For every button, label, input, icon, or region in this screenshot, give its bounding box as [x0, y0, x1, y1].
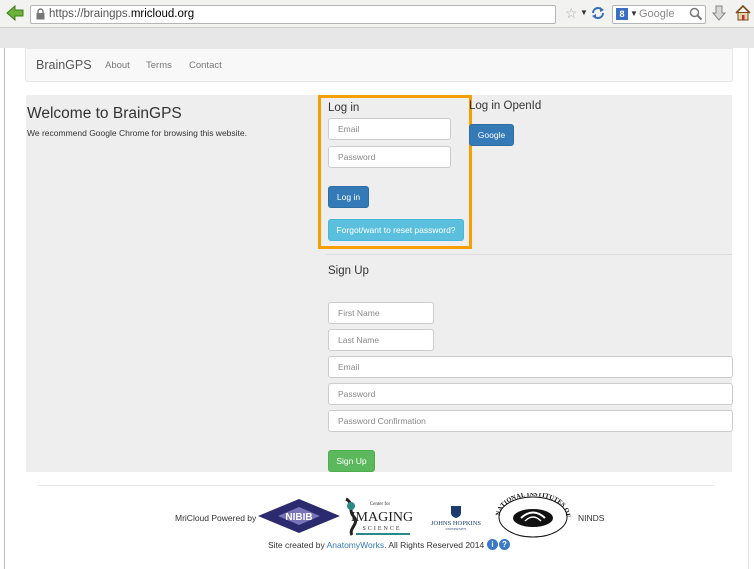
home-icon[interactable]	[734, 4, 752, 22]
address-bar[interactable]: https://braingps.mricloud.org	[30, 5, 556, 24]
last-name-input[interactable]: Last Name	[328, 329, 434, 351]
first-name-placeholder: First Name	[338, 308, 380, 318]
login-email-placeholder: Email	[338, 124, 360, 134]
imaging-logo-top: Center for	[370, 502, 391, 507]
first-name-input[interactable]: First Name	[328, 302, 434, 324]
ninds-text: NINDS	[578, 513, 605, 523]
forgot-password-button[interactable]: Forgot/want to reset password?	[328, 219, 464, 241]
login-button[interactable]: Log in	[328, 186, 369, 208]
signup-password-input[interactable]: Password	[328, 383, 733, 405]
page-top-band	[0, 28, 754, 48]
login-password-input[interactable]: Password	[328, 146, 451, 168]
navbar: BrainGPS About Terms Contact	[25, 48, 733, 82]
url-text: https://braingps.mricloud.org	[49, 8, 195, 20]
password-confirmation-placeholder: Password Confirmation	[338, 416, 426, 426]
download-icon[interactable]	[711, 4, 727, 22]
search-engine-icon[interactable]: 8	[616, 8, 628, 20]
back-arrow-icon[interactable]	[5, 3, 25, 23]
nav-link-contact[interactable]: Contact	[189, 60, 222, 72]
page-border	[748, 48, 749, 569]
google-login-button[interactable]: Google	[469, 124, 514, 146]
section-divider	[326, 254, 732, 255]
search-placeholder: Google	[639, 8, 675, 20]
help-icon[interactable]: ?	[499, 539, 510, 550]
login-form-highlight: Log in Email Password Log in Forgot/want…	[318, 95, 472, 249]
password-confirmation-input[interactable]: Password Confirmation	[328, 410, 733, 432]
signup-button[interactable]: Sign Up	[328, 450, 375, 472]
search-engine-dropdown-icon[interactable]: ▼	[630, 8, 638, 20]
browser-toolbar: https://braingps.mricloud.org ☆ ▼ 8 ▼ Go…	[0, 0, 754, 28]
anatomyworks-link[interactable]: AnatomyWorks	[327, 540, 384, 550]
openid-title: Log in OpenId	[469, 100, 542, 112]
footer-divider	[38, 485, 714, 486]
powered-by-text: MriCloud Powered by	[175, 513, 257, 523]
last-name-placeholder: Last Name	[338, 335, 380, 345]
history-dropdown-icon[interactable]: ▼	[580, 6, 588, 20]
reload-icon[interactable]	[590, 4, 606, 22]
lock-icon	[36, 8, 45, 20]
signup-title: Sign Up	[328, 265, 369, 277]
page-title: Welcome to BrainGPS	[27, 105, 182, 122]
login-password-placeholder: Password	[338, 152, 376, 162]
login-email-input[interactable]: Email	[328, 118, 451, 140]
nih-logo: NATIONAL INSTITUTES OF HEALTH	[490, 493, 571, 538]
search-box[interactable]: 8 ▼ Google	[612, 5, 706, 24]
nibib-logo-text: NIBIB	[285, 512, 312, 523]
login-title: Log in	[328, 102, 360, 114]
imaging-logo-title: IMAGING	[351, 510, 412, 525]
bookmark-star-icon[interactable]: ☆	[565, 4, 578, 22]
nav-link-about[interactable]: About	[105, 60, 130, 72]
jhu-logo-subtext: UNIVERSITY	[446, 527, 467, 531]
signup-email-input[interactable]: Email	[328, 356, 733, 378]
navbar-brand[interactable]: BrainGPS	[36, 58, 92, 73]
main-panel: Welcome to BrainGPS We recommend Google …	[26, 95, 733, 472]
browser-recommendation: We recommend Google Chrome for browsing …	[27, 128, 247, 138]
jhu-logo-text: JOHNS HOPKINS	[431, 520, 481, 527]
page-border	[4, 48, 5, 569]
imaging-logo-bottom: SCIENCE	[362, 526, 401, 532]
search-icon[interactable]	[689, 7, 703, 21]
nav-link-terms[interactable]: Terms	[146, 60, 172, 72]
signup-password-placeholder: Password	[338, 389, 376, 399]
info-icon[interactable]: i	[487, 539, 498, 550]
signup-email-placeholder: Email	[338, 362, 360, 372]
imaging-science-logo: Center for IMAGING SCIENCE	[345, 497, 412, 536]
nibib-logo: NIBIB	[258, 499, 340, 533]
johns-hopkins-logo: JOHNS HOPKINS UNIVERSITY	[431, 506, 481, 531]
footer-credits: Site created by AnatomyWorks. All Rights…	[268, 540, 485, 550]
